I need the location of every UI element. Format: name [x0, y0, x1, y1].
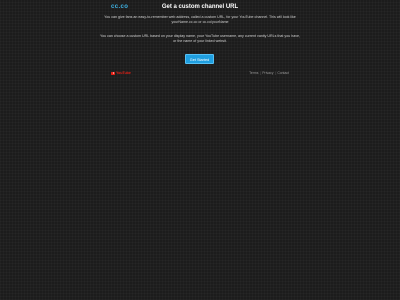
youtube-brand-link[interactable]: YouTube — [111, 71, 131, 75]
get-started-button[interactable]: Get Started — [185, 54, 214, 64]
footer-link-terms[interactable]: Terms — [249, 71, 258, 75]
footer-link-contact[interactable]: Contact — [277, 71, 289, 75]
footer-separator: | — [274, 71, 276, 75]
youtube-brand-text: YouTube — [116, 71, 131, 75]
youtube-play-icon — [111, 71, 115, 75]
intro-paragraph-1: You can give fans an easy-to-remember we… — [104, 15, 296, 25]
footer-link-privacy[interactable]: Privacy — [262, 71, 273, 75]
page-title: Get a custom channel URL — [161, 4, 239, 10]
intro-paragraph-2: You can choose a custom URL based on you… — [100, 34, 300, 44]
footer-separator: | — [259, 71, 261, 75]
footer-links: Terms | Privacy | Contact — [249, 71, 289, 75]
